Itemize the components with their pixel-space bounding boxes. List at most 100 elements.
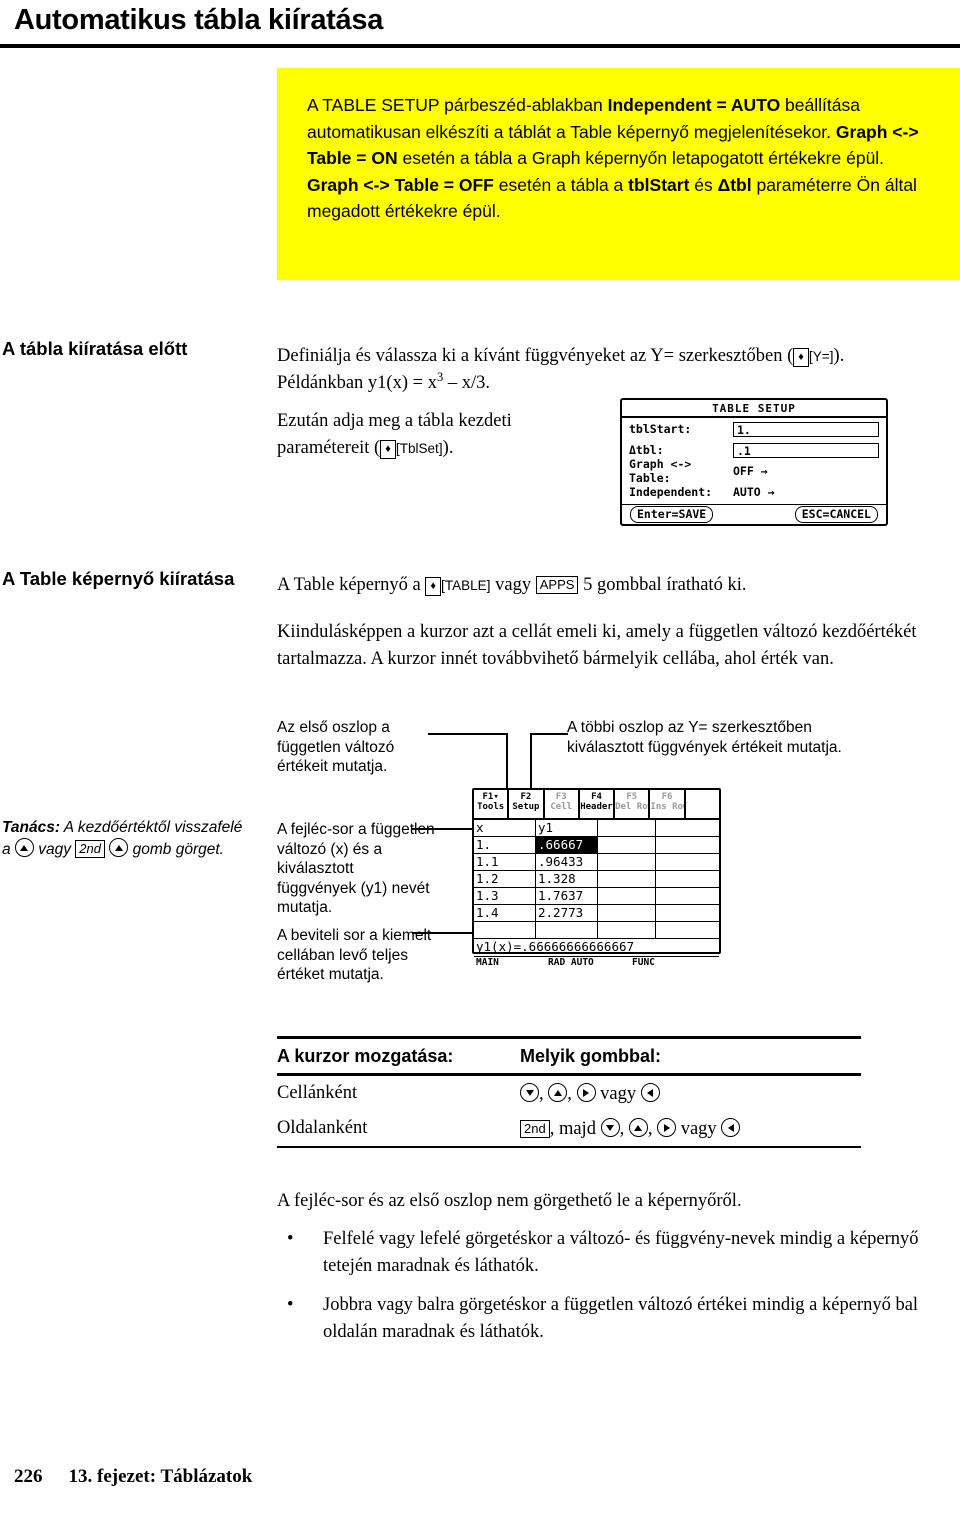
- up-arrow-icon: [14, 838, 34, 857]
- table-cell-3[interactable]: [598, 854, 656, 870]
- up-arrow-icon: [109, 838, 129, 857]
- keytable-keys-oldalankent: 2nd, majd , , vagy: [520, 1118, 861, 1140]
- sep-3: vagy: [595, 1084, 641, 1104]
- table-cell-4[interactable]: [656, 837, 719, 853]
- sep-majd: , majd: [549, 1119, 601, 1139]
- sep-2: ,: [647, 1119, 658, 1139]
- table-cell-4[interactable]: [656, 854, 719, 870]
- table-cell-y1[interactable]: .96433: [536, 854, 598, 870]
- table-row[interactable]: 1.4 2.2773: [474, 905, 719, 922]
- key-bracket-tblset: [TblSet]: [395, 440, 443, 456]
- callout-seg-dtbl: Δtbl: [717, 174, 752, 195]
- table-cell-y1[interactable]: 2.2773: [536, 905, 598, 921]
- s2-text-b: vagy: [490, 575, 536, 595]
- table-setup-row-graph-table: Graph <-> Table: OFF →: [622, 457, 886, 485]
- table-cell-y1-highlighted[interactable]: .66667: [536, 837, 598, 853]
- note-first-column: Az első oszlop a független változó érték…: [277, 719, 395, 775]
- keytable-header-keys: Melyik gombbal:: [520, 1046, 662, 1066]
- table-cell-4[interactable]: [656, 888, 719, 904]
- table-cell-3[interactable]: [598, 888, 656, 904]
- keytable-header-row: A kurzor mozgatása: Melyik gombbal:: [277, 1039, 861, 1073]
- table-setup-row-independent: Independent: AUTO →: [622, 481, 886, 502]
- toolbar-f6-ins-row[interactable]: F6 Ins Row: [650, 790, 686, 818]
- table-cell-4[interactable]: [656, 871, 719, 887]
- table-cell-y1[interactable]: [536, 922, 598, 938]
- key-bracket-y-equals: [Y=]: [808, 348, 834, 364]
- table-row[interactable]: [474, 922, 719, 939]
- table-cell-3[interactable]: [598, 922, 656, 938]
- esc-cancel-button[interactable]: ESC=CANCEL: [794, 506, 878, 523]
- table-cell-3[interactable]: [598, 905, 656, 921]
- graph-table-value[interactable]: OFF →: [733, 464, 768, 478]
- s2-text-c: 5 gombbal íratható ki.: [578, 575, 747, 595]
- table-header-4: [656, 820, 719, 836]
- table-cell-y1[interactable]: 1.328: [536, 871, 598, 887]
- diamond-key-icon: ♦: [380, 440, 396, 459]
- para-text-c: – x/3.: [443, 373, 490, 393]
- toolbar-f4-header[interactable]: F4 Header: [580, 790, 616, 818]
- toolbar-f4-key: F4: [591, 792, 602, 802]
- table-cell-x[interactable]: 1.3: [474, 888, 536, 904]
- bullet-icon: •: [287, 1295, 294, 1315]
- toolbar-f1-key: F1▾: [482, 792, 499, 802]
- key-label-tblset: TblSet: [399, 441, 439, 456]
- toolbar-f6-key: F6: [661, 792, 673, 802]
- toolbar-f2-setup[interactable]: F2 Setup: [509, 790, 545, 818]
- status-main: MAIN: [476, 957, 499, 968]
- status-func: FUNC: [632, 957, 655, 968]
- table-row[interactable]: 1.3 1.7637: [474, 888, 719, 905]
- table-cell-3[interactable]: [598, 871, 656, 887]
- tblstart-field[interactable]: 1.: [733, 421, 879, 437]
- list-item: • Felfelé vagy lefelé görgetéskor a vált…: [277, 1226, 949, 1280]
- toolbar-f3-cell[interactable]: F3 Cell: [545, 790, 580, 818]
- keytable-header-action: A kurzor mozgatása:: [277, 1046, 454, 1066]
- table-row[interactable]: 1. .66667: [474, 837, 719, 854]
- table-cell-4[interactable]: [656, 922, 719, 938]
- tblstart-label: tblStart:: [629, 422, 692, 436]
- tip-scroll-backwards: Tanács: A kezdőértéktől visszafelé a vag…: [2, 818, 252, 860]
- dtbl-label: Δtbl:: [629, 443, 664, 457]
- leader-line-other-col-h: [530, 733, 568, 735]
- keytable-rule-bottom: [277, 1146, 861, 1148]
- table-cell-x[interactable]: 1.2: [474, 871, 536, 887]
- left-arrow-icon: [640, 1083, 660, 1102]
- left-arrow-icon: [721, 1118, 741, 1137]
- table-cell-4[interactable]: [656, 905, 719, 921]
- toolbar-f1-label: Tools: [477, 802, 505, 812]
- paragraph-define-functions: Definiálja és válassza ki a kívánt függv…: [277, 343, 917, 397]
- table-entry-line[interactable]: y1(x)=.66666666666667: [474, 939, 719, 957]
- independent-value[interactable]: AUTO →: [733, 485, 775, 499]
- table-cell-x[interactable]: 1.4: [474, 905, 536, 921]
- status-rad-auto: RAD AUTO: [548, 957, 594, 968]
- toolbar-f5-del-row[interactable]: F5 Del Row: [615, 790, 651, 818]
- list-item: • Jobbra vagy balra görgetéskor a függet…: [277, 1292, 949, 1346]
- dtbl-field[interactable]: .1: [733, 442, 879, 458]
- s2-text-a: A Table képernyő a: [277, 575, 426, 595]
- tip-label: Tanács:: [2, 819, 61, 836]
- yellow-callout-text: A TABLE SETUP párbeszéd-ablakban Indepen…: [307, 92, 937, 225]
- leader-line-entry-line: [412, 932, 474, 934]
- para-text-a: Definiálja és válassza ki a kívánt függv…: [277, 346, 794, 366]
- callout-seg-tblstart: tblStart: [628, 174, 690, 195]
- table-cell-x[interactable]: 1.: [474, 837, 536, 853]
- table-row[interactable]: 1.1 .96433: [474, 854, 719, 871]
- toolbar-f2-label: Setup: [512, 802, 540, 812]
- callout-seg-graph-off: Graph <-> Table = OFF: [307, 174, 494, 195]
- table-row[interactable]: 1.2 1.328: [474, 871, 719, 888]
- toolbar-f5-label: Del Row: [615, 802, 651, 812]
- toolbar-f1-tools[interactable]: F1▾ Tools: [474, 790, 510, 818]
- key-bracket-table: [TABLE]: [441, 577, 491, 593]
- table-cell-x[interactable]: 1.1: [474, 854, 536, 870]
- title-divider: [0, 44, 960, 48]
- page-title: Automatikus tábla kiíratása: [14, 4, 384, 36]
- table-setup-screenshot: TABLE SETUP tblStart: 1. Δtbl: .1 Graph …: [620, 398, 888, 526]
- toolbar-f2-key: F2: [520, 792, 532, 802]
- enter-save-button[interactable]: Enter=SAVE: [630, 506, 714, 523]
- table-cell-x[interactable]: [474, 922, 536, 938]
- table-cell-y1[interactable]: 1.7637: [536, 888, 598, 904]
- keytable-action-oldalankent: Oldalanként: [277, 1118, 368, 1138]
- diamond-key-icon: ♦: [425, 577, 441, 596]
- table-cell-3[interactable]: [598, 837, 656, 853]
- table-setup-title: TABLE SETUP: [622, 400, 886, 418]
- keytable-keys-cellankent: , , vagy: [520, 1083, 861, 1105]
